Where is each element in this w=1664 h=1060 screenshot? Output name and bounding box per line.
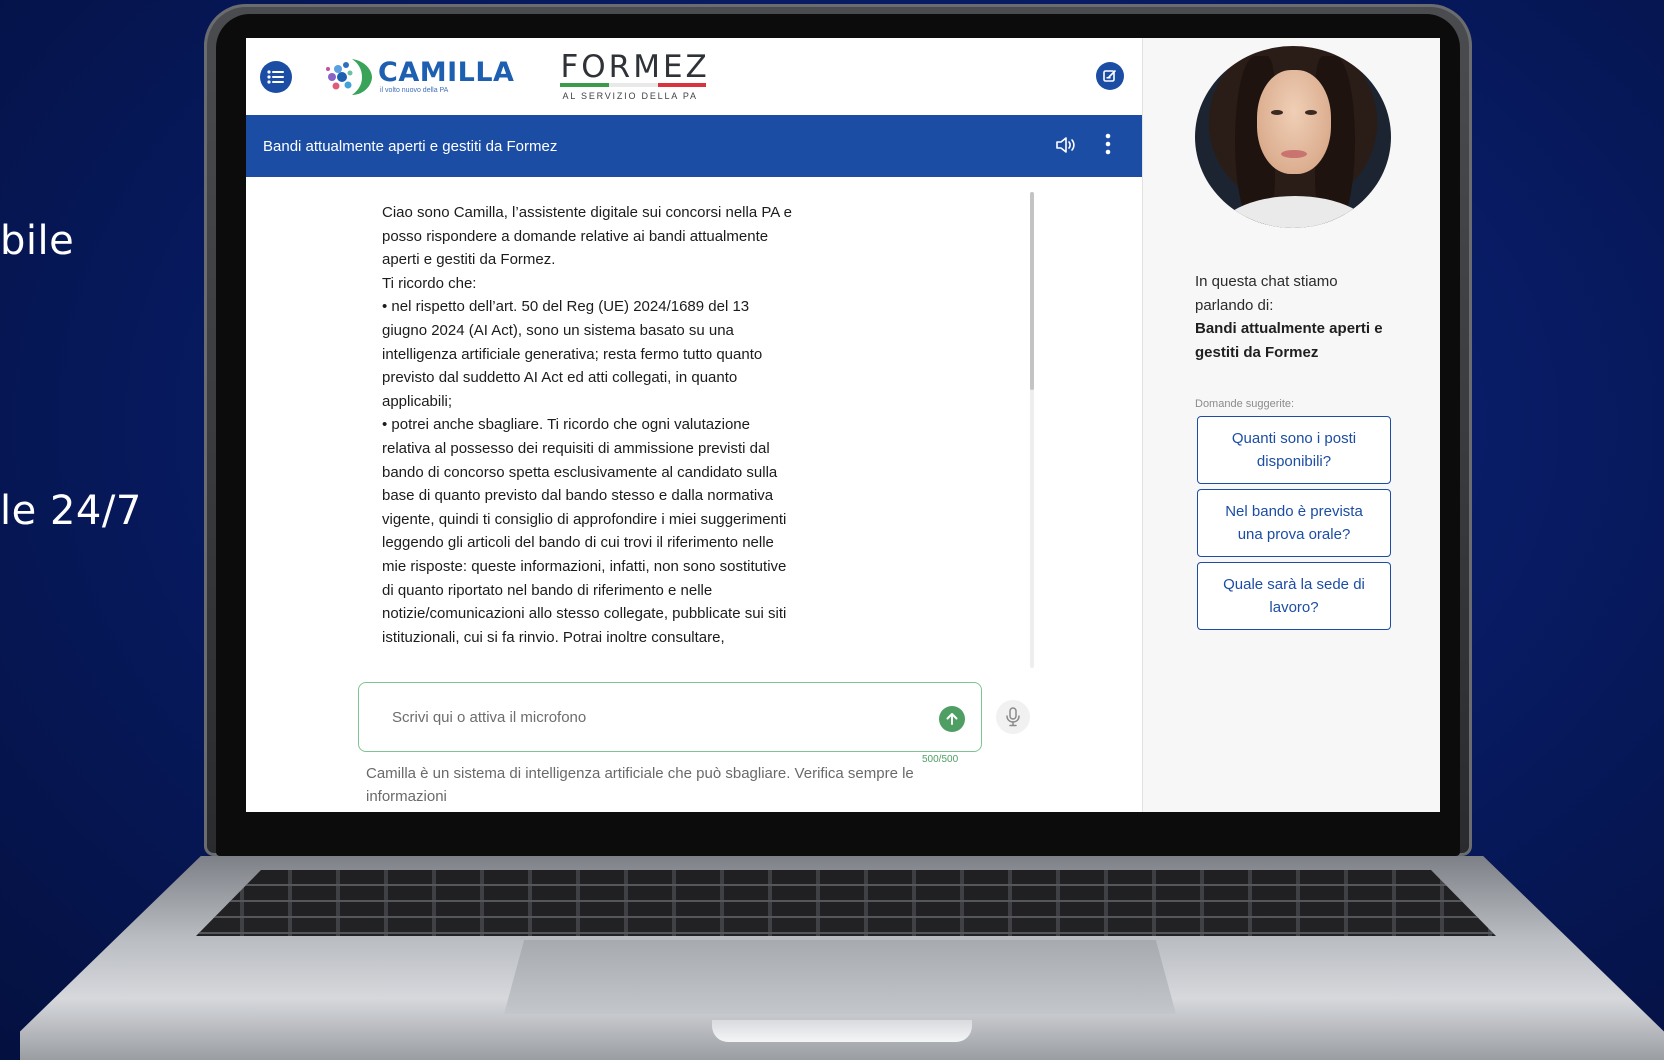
formez-tagline: AL SERVIZIO DELLA PA [562,91,698,101]
message-reminder: Ti ricordo che: [382,274,477,292]
suggestion-button-posti[interactable]: Quanti sono i posti disponibili? [1197,416,1391,484]
menu-button[interactable] [260,60,292,93]
camilla-tagline: il volto nuovo della PA [380,87,449,94]
camilla-logo: CAMILLA il volto nuovo della PA [322,57,514,97]
formez-flag-bar [560,83,707,87]
microphone-button[interactable] [996,700,1030,734]
camilla-avatar [1195,46,1391,228]
ai-disclaimer: Camilla è un sistema di intelligenza art… [366,765,914,805]
formez-brand-name: FORMEZ [560,49,710,85]
camilla-logo-icon [326,58,372,95]
suggestions-label: Domande suggerite: [1195,398,1295,410]
background-text-2: le 24/7 [0,488,142,534]
message-input-box [358,682,982,752]
assistant-message: Ciao sono Camilla, l’assistente digitale… [382,201,792,649]
new-chat-icon [1103,70,1116,82]
suggestion-button-prova-orale[interactable]: Nel bando è prevista una prova orale? [1197,489,1391,557]
message-bullet-1: • nel rispetto dell’art. 50 del Reg (UE)… [382,298,763,410]
avatar-lips [1281,150,1307,158]
send-arrow-up-icon [946,713,958,725]
background-text-1: bile [0,218,75,264]
avatar-face [1257,70,1331,174]
laptop-trackpad [504,940,1176,1014]
new-chat-button[interactable] [1096,62,1124,90]
avatar-eye-right [1305,110,1317,115]
topic-name: Bandi attualmente aperti e gestiti da Fo… [1195,320,1383,361]
avatar-shoulders [1215,196,1375,228]
camilla-brand-name: CAMILLA [378,57,515,88]
message-intro: Ciao sono Camilla, l’assistente digitale… [382,204,792,269]
laptop-keyboard-rows [196,870,1496,936]
send-button[interactable] [939,706,965,732]
app-screen: CAMILLA il volto nuovo della PA FORMEZ A… [246,38,1440,812]
speaker-icon [1056,137,1075,153]
suggestion-button-sede[interactable]: Quale sarà la sede di lavoro? [1197,562,1391,630]
sidebar: In questa chat stiamo parlando di: Bandi… [1142,38,1440,812]
more-vertical-icon [1105,133,1111,155]
menu-list-icon [267,69,284,84]
formez-logo: FORMEZ AL SERVIZIO DELLA PA [560,52,709,101]
message-list: Ciao sono Camilla, l’assistente digitale… [246,177,1142,677]
message-input[interactable] [392,708,892,726]
message-bullet-2: • potrei anche sbagliare. Ti ricordo che… [382,416,787,646]
more-options-button[interactable] [1104,133,1112,160]
top-bar: CAMILLA il volto nuovo della PA FORMEZ A… [246,38,1142,115]
avatar-eye-left [1271,110,1283,115]
chat-pane: CAMILLA il volto nuovo della PA FORMEZ A… [246,38,1142,812]
chat-title: Bandi attualmente aperti e gestiti da Fo… [263,137,558,155]
scrollbar-thumb[interactable] [1030,192,1034,390]
audio-button[interactable] [1054,135,1076,160]
laptop-notch [712,1020,972,1042]
chat-title-bar: Bandi attualmente aperti e gestiti da Fo… [246,115,1142,177]
topic-intro: In questa chat stiamo parlando di: [1195,273,1338,314]
microphone-icon [1006,707,1020,727]
